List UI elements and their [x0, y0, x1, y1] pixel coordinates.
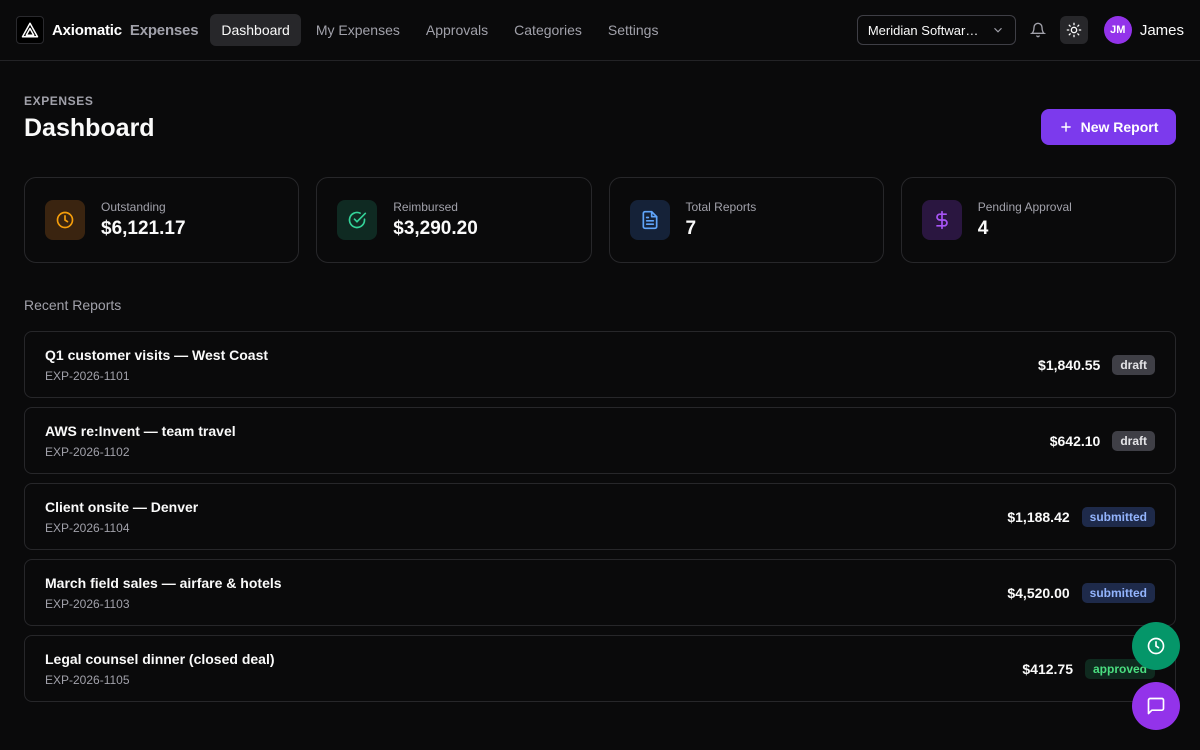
- organization-select-value: Meridian Software Inc.: [867, 22, 980, 38]
- plus-icon: [1060, 122, 1071, 132]
- report-title: Q1 customer visits — West Coast: [45, 346, 269, 363]
- report-title: Client onsite — Denver: [45, 498, 199, 515]
- organization-select[interactable]: Meridian Software Inc.: [856, 15, 1016, 45]
- recent-reports-list: Q1 customer visits — West Coast EXP-2026…: [24, 331, 1176, 702]
- dollar-icon: [921, 200, 962, 240]
- new-report-button[interactable]: New Report: [1041, 109, 1176, 145]
- check-circle-icon: [337, 200, 378, 240]
- report-amount: $412.75: [1022, 660, 1073, 677]
- report-title: March field sales — airfare & hotels: [45, 574, 282, 591]
- status-badge: submitted: [1081, 506, 1155, 527]
- brand-subtitle: Expenses: [129, 21, 199, 39]
- stat-value: 7: [685, 218, 697, 239]
- brand-name: Axiomatic: [52, 21, 122, 39]
- stat-card-pending-approval: Pending Approval 4: [900, 177, 1176, 263]
- avatar: JM: [1103, 16, 1132, 44]
- nav-dashboard[interactable]: Dashboard: [210, 14, 301, 46]
- page-eyebrow: EXPENSES: [24, 94, 94, 108]
- report-id: EXP-2026-1103: [45, 596, 130, 611]
- brand[interactable]: Axiomatic Expenses: [16, 16, 199, 44]
- stat-card-outstanding: Outstanding $6,121.17: [24, 177, 300, 263]
- report-id: EXP-2026-1101: [45, 368, 130, 383]
- notifications-button[interactable]: [1024, 16, 1052, 44]
- status-badge: draft: [1112, 430, 1155, 451]
- list-item[interactable]: AWS re:Invent — team travel EXP-2026-110…: [24, 407, 1176, 474]
- page-title: Dashboard: [24, 114, 155, 142]
- clock-icon: [45, 200, 85, 240]
- stat-value: 4: [977, 218, 989, 239]
- nav-my-expenses[interactable]: My Expenses: [305, 14, 411, 46]
- list-item[interactable]: Legal counsel dinner (closed deal) EXP-2…: [24, 635, 1176, 702]
- list-item[interactable]: Q1 customer visits — West Coast EXP-2026…: [24, 331, 1176, 398]
- sun-icon: [1066, 22, 1082, 38]
- top-nav-bar: Axiomatic Expenses Dashboard My Expenses…: [0, 0, 1200, 61]
- stat-value: $6,121.17: [101, 218, 186, 239]
- history-fab-button[interactable]: [1132, 622, 1180, 670]
- theme-toggle-button[interactable]: [1059, 16, 1088, 44]
- nav-approvals[interactable]: Approvals: [415, 14, 499, 46]
- chat-icon: [1147, 697, 1165, 715]
- stat-value: $3,290.20: [393, 218, 478, 239]
- list-item[interactable]: March field sales — airfare & hotels EXP…: [24, 559, 1176, 626]
- report-amount: $1,840.55: [1038, 356, 1101, 373]
- stat-label: Outstanding: [101, 200, 166, 214]
- report-title: AWS re:Invent — team travel: [45, 422, 236, 439]
- report-title: Legal counsel dinner (closed deal): [45, 650, 275, 667]
- stats-row: Outstanding $6,121.17 Reimbursed $3,290.…: [24, 177, 1176, 263]
- stat-label: Pending Approval: [977, 200, 1072, 214]
- user-menu[interactable]: JM James: [1103, 16, 1184, 44]
- status-badge: submitted: [1081, 582, 1155, 603]
- report-id: EXP-2026-1102: [45, 444, 130, 459]
- page-header: EXPENSES Dashboard New Report: [24, 94, 1176, 145]
- stat-label: Total Reports: [685, 200, 757, 214]
- report-amount: $642.10: [1049, 432, 1101, 449]
- chevron-down-icon: [993, 27, 1002, 33]
- status-badge: draft: [1112, 354, 1155, 375]
- recent-reports-heading: Recent Reports: [24, 297, 122, 313]
- report-id: EXP-2026-1104: [45, 520, 130, 535]
- logo-icon: [16, 16, 44, 44]
- stat-card-total-reports: Total Reports 7: [608, 177, 884, 263]
- stat-label: Reimbursed: [393, 200, 458, 214]
- main-nav: Dashboard My Expenses Approvals Categori…: [210, 14, 669, 46]
- new-report-label: New Report: [1080, 119, 1159, 135]
- bell-icon: [1029, 22, 1046, 38]
- report-id: EXP-2026-1105: [45, 672, 130, 687]
- nav-categories[interactable]: Categories: [503, 14, 593, 46]
- document-icon: [629, 200, 670, 240]
- clock-icon: [1147, 637, 1165, 655]
- chat-fab-button[interactable]: [1132, 682, 1180, 730]
- report-amount: $4,520.00: [1007, 584, 1070, 601]
- main-content: EXPENSES Dashboard New Report Outstandin…: [0, 94, 1200, 702]
- list-item[interactable]: Client onsite — Denver EXP-2026-1104 $1,…: [24, 483, 1176, 550]
- stat-card-reimbursed: Reimbursed $3,290.20: [316, 177, 592, 263]
- report-amount: $1,188.42: [1007, 508, 1070, 525]
- user-name: James: [1139, 21, 1184, 39]
- nav-settings[interactable]: Settings: [597, 14, 670, 46]
- topbar-actions: Meridian Software Inc. JM James: [856, 15, 1184, 45]
